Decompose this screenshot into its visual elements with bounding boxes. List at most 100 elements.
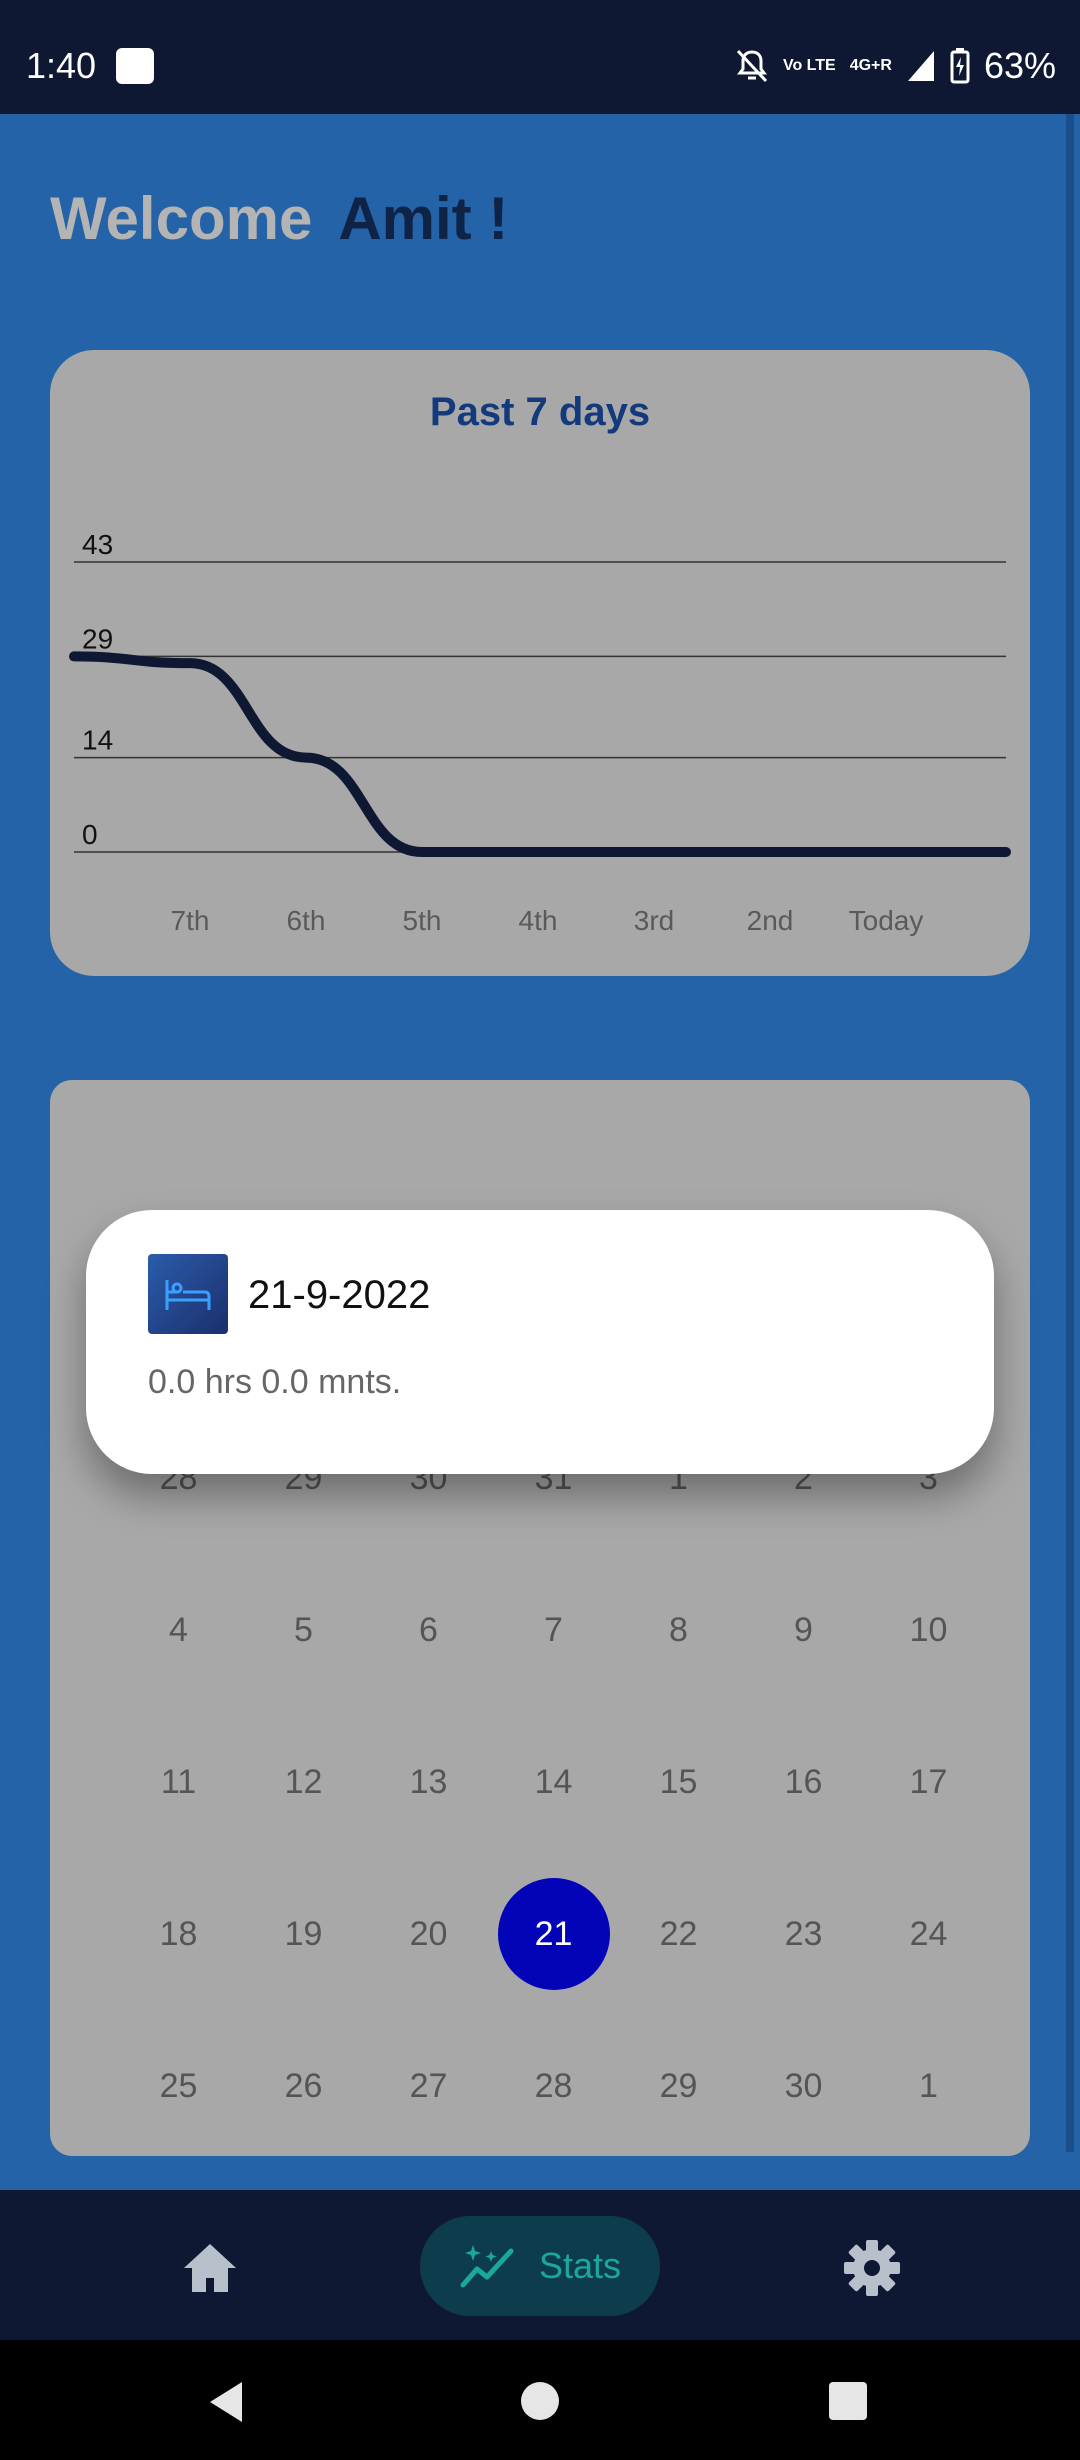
calendar-day[interactable]: 13 <box>366 1706 491 1858</box>
battery-charging-icon <box>950 48 970 84</box>
x-tick-label: 3rd <box>634 905 674 936</box>
chart-card: Past 7 days 0 14 29 43 7th 6th 5th 4th 3rd 2nd Tod… <box>50 350 1030 976</box>
signal-icon <box>907 51 934 81</box>
calendar-day[interactable]: 21 <box>491 1858 616 2010</box>
calendar-day-label: 22 <box>659 1914 698 1953</box>
bottom-navigation: Stats <box>0 2190 1080 2340</box>
calendar-day[interactable]: 6 <box>366 1554 491 1706</box>
calendar-grid: 28 29 30 31 1 2 3 4 5 6 7 8 9 10 11 12 13 14 15 16 17 18 19 20 2… <box>116 1402 992 2162</box>
calendar-day[interactable]: 19 <box>241 1858 366 2010</box>
back-icon[interactable] <box>206 2380 246 2424</box>
y-tick-label: 14 <box>82 725 113 756</box>
calendar-day-label: 7 <box>544 1610 563 1649</box>
calendar-day-label: 5 <box>294 1610 313 1649</box>
calendar-day[interactable]: 29 <box>616 2010 741 2162</box>
calendar-day-label: 28 <box>534 2066 573 2105</box>
calendar-day[interactable]: 11 <box>116 1706 241 1858</box>
calendar-day-label: 13 <box>409 1762 448 1801</box>
calendar-day-label: 4 <box>169 1610 188 1649</box>
y-tick-label: 0 <box>82 819 98 850</box>
stats-sparkle-icon <box>460 2245 514 2288</box>
calendar-day[interactable]: 4 <box>116 1554 241 1706</box>
main-content[interactable]: Welcome Amit ! Past 7 days 0 14 29 43 7th 6th 5… <box>0 114 1080 2190</box>
calendar-day-label: 27 <box>409 2066 448 2105</box>
scrollbar[interactable] <box>1066 114 1074 2152</box>
calendar-day-label: 25 <box>159 2066 198 2105</box>
calendar-day-label: 10 <box>909 1610 948 1649</box>
calendar-day[interactable]: 18 <box>116 1858 241 2010</box>
sleep-record-popup[interactable]: 21-9-2022 0.0 hrs 0.0 mnts. <box>86 1210 994 1474</box>
x-tick-label: 6th <box>287 905 326 936</box>
bed-icon <box>148 1254 228 1334</box>
calendar-day-label: 1 <box>919 2066 938 2105</box>
volte-icon: Vo LTE <box>782 57 836 74</box>
calendar-day[interactable]: 28 <box>491 2010 616 2162</box>
recents-square-icon[interactable] <box>829 2382 867 2420</box>
calendar-day[interactable]: 26 <box>241 2010 366 2162</box>
status-icons: Vo LTE 4G+R 63% <box>735 40 1056 92</box>
calendar-day[interactable]: 20 <box>366 1858 491 2010</box>
calendar-day-label: 20 <box>409 1914 448 1953</box>
x-tick-label: Today <box>849 905 924 936</box>
calendar-day[interactable]: 14 <box>491 1706 616 1858</box>
status-bar: 1:40 Vo LTE 4G+R 63% <box>0 0 1080 114</box>
calendar-day-label: 26 <box>284 2066 323 2105</box>
calendar-day[interactable]: 24 <box>866 1858 991 2010</box>
user-name: Amit ! <box>338 185 509 252</box>
calendar-day-label: 17 <box>909 1762 948 1801</box>
calendar-day[interactable]: 23 <box>741 1858 866 2010</box>
nav-stats-button[interactable]: Stats <box>420 2216 660 2316</box>
notification-square-icon <box>116 48 154 84</box>
battery-percent: 63% <box>983 45 1056 86</box>
popup-duration: 0.0 hrs 0.0 mnts. <box>148 1363 402 1401</box>
calendar-day[interactable]: 25 <box>116 2010 241 2162</box>
gear-icon[interactable] <box>842 2238 902 2298</box>
calendar-day-label: 19 <box>284 1914 323 1953</box>
calendar-day[interactable]: 10 <box>866 1554 991 1706</box>
home-circle-icon[interactable] <box>521 2382 559 2420</box>
x-tick-label: 2nd <box>747 905 794 936</box>
home-icon[interactable] <box>180 2240 240 2296</box>
calendar-day-label: 8 <box>669 1610 688 1649</box>
calendar-day-label: 15 <box>659 1762 698 1801</box>
calendar-day-label: 29 <box>659 2066 698 2105</box>
calendar-day-label: 23 <box>784 1914 823 1953</box>
calendar-day[interactable]: 8 <box>616 1554 741 1706</box>
y-tick-label: 43 <box>82 529 113 560</box>
calendar-day[interactable]: 12 <box>241 1706 366 1858</box>
y-tick-label: 29 <box>82 623 113 654</box>
calendar-day-label: 14 <box>534 1762 573 1801</box>
welcome-heading: Welcome Amit ! <box>50 174 508 264</box>
calendar-day[interactable]: 7 <box>491 1554 616 1706</box>
calendar-day[interactable]: 9 <box>741 1554 866 1706</box>
x-tick-label: 7th <box>171 905 210 936</box>
calendar-day-label: 11 <box>160 1762 197 1801</box>
series-line <box>69 651 1011 857</box>
calendar-day-label: 18 <box>159 1914 198 1953</box>
calendar-day-label: 9 <box>794 1610 813 1649</box>
calendar-day[interactable]: 30 <box>741 2010 866 2162</box>
system-navigation-bar <box>0 2340 1080 2460</box>
calendar-day[interactable]: 22 <box>616 1858 741 2010</box>
welcome-text: Welcome <box>50 185 313 252</box>
status-time: 1:40 <box>26 45 97 86</box>
calendar-day[interactable]: 15 <box>616 1706 741 1858</box>
network-type: 4G+R <box>849 57 892 74</box>
nav-stats-label: Stats <box>538 2245 622 2286</box>
calendar-day-label: 16 <box>784 1762 823 1801</box>
calendar-day[interactable]: 1 <box>866 2010 991 2162</box>
line-chart: 0 14 29 43 7th 6th 5th 4th 3rd 2nd Today <box>69 529 1011 936</box>
calendar-day[interactable]: 27 <box>366 2010 491 2162</box>
popup-date: 21-9-2022 <box>248 1273 431 1317</box>
calendar-day[interactable]: 16 <box>741 1706 866 1858</box>
x-tick-label: 4th <box>519 905 558 936</box>
calendar-day-label: 30 <box>784 2066 823 2105</box>
calendar-day-label: 6 <box>419 1610 438 1649</box>
calendar-day[interactable]: 17 <box>866 1706 991 1858</box>
calendar-day-label: 21 <box>534 1914 573 1953</box>
calendar-day[interactable]: 5 <box>241 1554 366 1706</box>
bell-off-icon <box>736 49 768 83</box>
calendar-day-label: 12 <box>284 1762 323 1801</box>
x-tick-label: 5th <box>403 905 442 936</box>
calendar-day-label: 24 <box>909 1914 948 1953</box>
